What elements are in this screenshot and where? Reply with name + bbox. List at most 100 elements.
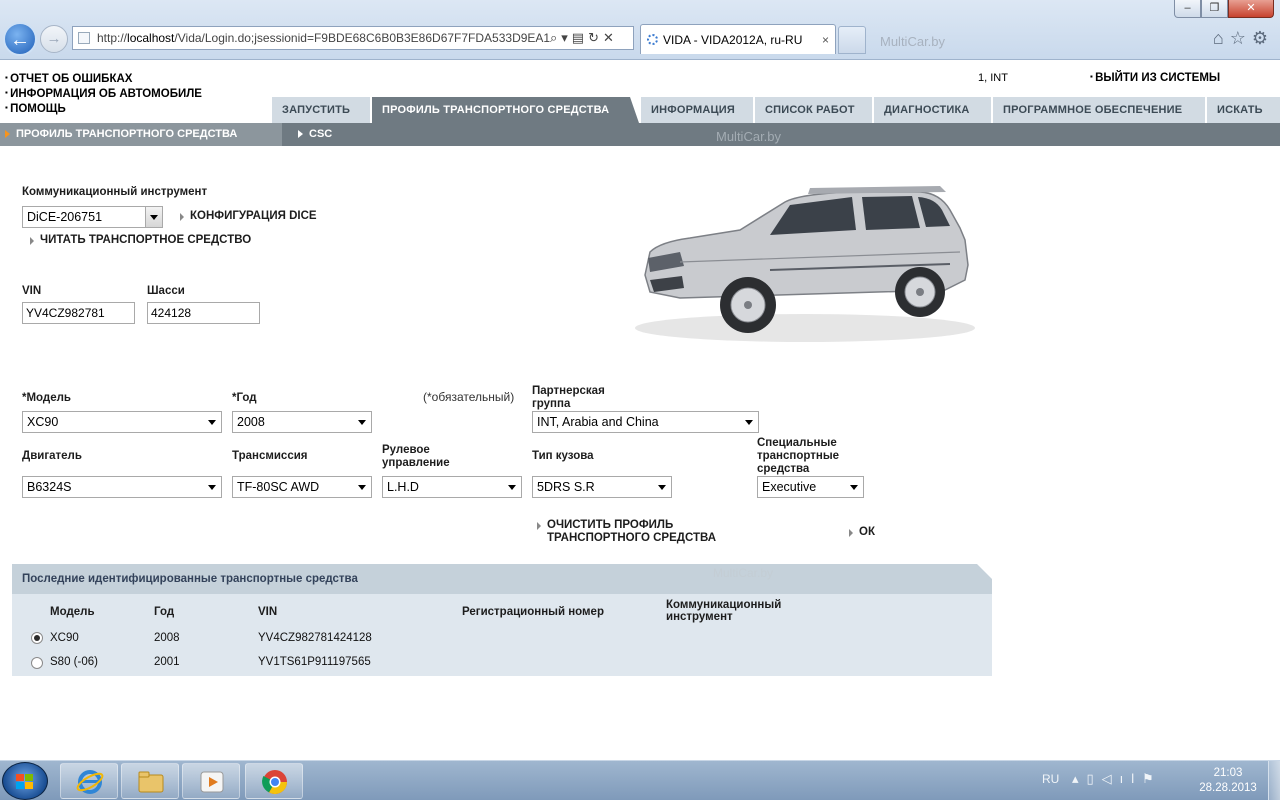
column-header-year: Год [154, 606, 175, 618]
year-value: 2008 [237, 415, 265, 429]
back-button[interactable]: ← [3, 22, 37, 56]
start-button[interactable] [2, 762, 48, 800]
row-year: 2008 [154, 632, 180, 644]
required-note: (*обязательный) [423, 390, 515, 404]
vin-input[interactable]: YV4CZ982781 [22, 302, 135, 324]
column-header-registration: Регистрационный номер [462, 606, 604, 618]
year-label: *Год [232, 392, 257, 404]
row-vin: YV1TS61P911197565 [258, 656, 371, 668]
steering-select[interactable]: L.H.D [382, 476, 522, 498]
error-report-link[interactable]: ОТЧЕТ ОБ ОШИБКАХ [5, 71, 202, 86]
dice-config-link[interactable]: КОНФИГУРАЦИЯ DICE [180, 210, 317, 223]
model-select[interactable]: XC90 [22, 411, 222, 433]
logout-link[interactable]: ВЫЙТИ ИЗ СИСТЕМЫ [1090, 72, 1220, 84]
subtab-csc[interactable]: CSC [298, 123, 332, 146]
tab-information[interactable]: ИНФОРМАЦИЯ [639, 97, 753, 123]
new-tab-button[interactable] [838, 26, 866, 54]
chevron-down-icon [508, 485, 516, 490]
model-label: *Модель [22, 392, 71, 404]
window-controls: – ❐ ✕ [1174, 0, 1274, 18]
tab-software[interactable]: ПРОГРАММНОЕ ОБЕСПЕЧЕНИЕ [991, 97, 1205, 123]
chevron-down-icon [658, 485, 666, 490]
ok-button[interactable]: ОК [849, 526, 875, 539]
tab-close-icon[interactable]: × [822, 25, 829, 55]
user-info: 1, INT [978, 72, 1008, 84]
model-value: XC90 [27, 415, 59, 429]
browser-chrome: – ❐ ✕ ← → http://localhost/Vida/Login.do… [0, 0, 1280, 60]
partner-group-value: INT, Arabia and China [537, 415, 659, 429]
clock[interactable]: 21:03 28.28.2013 [1192, 766, 1264, 796]
vehicle-image [635, 186, 975, 342]
clock-date: 28.28.2013 [1199, 782, 1257, 794]
body-type-value: 5DRS S.R [537, 480, 595, 494]
special-vehicles-value: Executive [762, 480, 817, 494]
chevron-down-icon [850, 485, 858, 490]
engine-select[interactable]: B6324S [22, 476, 222, 498]
chevron-down-icon[interactable] [145, 207, 162, 227]
address-bar-buttons[interactable]: ⌕▾▤↻✕ [550, 26, 618, 50]
taskbar-media-player[interactable] [182, 763, 240, 799]
folder-icon [138, 771, 164, 793]
chassis-input[interactable]: 424128 [147, 302, 260, 324]
year-select[interactable]: 2008 [232, 411, 372, 433]
vin-label: VIN [22, 285, 42, 297]
recent-vehicles-panel: Последние идентифицированные транспортны… [12, 564, 992, 676]
transmission-select[interactable]: TF-80SC AWD [232, 476, 372, 498]
close-window-button[interactable]: ✕ [1228, 0, 1274, 18]
watermark: MultiCar.by [713, 566, 774, 580]
internet-explorer-icon [76, 770, 104, 794]
url-path: /Vida/Login.do;jsessionid=F9BDE68C6B0B3E… [174, 31, 551, 45]
tab-title: VIDA - VIDA2012A, ru-RU [663, 33, 803, 47]
chevron-down-icon [358, 485, 366, 490]
engine-label: Двигатель [22, 450, 82, 462]
tab-diagnostics[interactable]: ДИАГНОСТИКА [872, 97, 991, 123]
chevron-down-icon [358, 420, 366, 425]
comm-tool-label: Коммуникационный инструмент [22, 186, 208, 198]
subtab-vehicle-profile[interactable]: ПРОФИЛЬ ТРАНСПОРТНОГО СРЕДСТВА [0, 123, 282, 146]
chrome-icon [262, 770, 287, 795]
language-indicator[interactable]: RU [1042, 772, 1059, 786]
clear-profile-link[interactable]: ОЧИСТИТЬ ПРОФИЛЬ ТРАНСПОРТНОГО СРЕДСТВА [537, 519, 737, 545]
chassis-label: Шасси [147, 285, 185, 297]
windows-logo-icon [16, 774, 33, 789]
body-type-select[interactable]: 5DRS S.R [532, 476, 672, 498]
tab-search[interactable]: ИСКАТЬ [1205, 97, 1280, 123]
chevron-down-icon [745, 420, 753, 425]
taskbar-explorer[interactable] [121, 763, 179, 799]
engine-value: B6324S [27, 480, 72, 494]
show-desktop-button[interactable] [1268, 761, 1280, 800]
steering-label: Рулевое управление [382, 444, 450, 469]
row-year: 2001 [154, 656, 180, 668]
tray-icons[interactable]: ▴▯◁ıl⚑ [1072, 771, 1162, 787]
browser-tab[interactable]: VIDA - VIDA2012A, ru-RU × [640, 24, 836, 54]
special-vehicles-select[interactable]: Executive [757, 476, 864, 498]
minimize-button[interactable]: – [1174, 0, 1201, 18]
sub-nav: ПРОФИЛЬ ТРАНСПОРТНОГО СРЕДСТВА CSC Multi… [0, 123, 1280, 146]
transmission-value: TF-80SC AWD [237, 480, 320, 494]
chevron-down-icon [208, 485, 216, 490]
special-vehicles-label: Специальные транспортные средства [757, 437, 840, 475]
media-player-icon [200, 771, 224, 793]
tab-work-list[interactable]: СПИСОК РАБОТ [753, 97, 872, 123]
row-radio[interactable] [31, 657, 43, 669]
loading-icon [647, 34, 658, 45]
clock-time: 21:03 [1213, 767, 1243, 779]
toolbar-icons[interactable]: ⌂☆⚙ [1213, 28, 1274, 49]
read-vehicle-link[interactable]: ЧИТАТЬ ТРАНСПОРТНОЕ СРЕДСТВО [30, 234, 251, 247]
tab-vehicle-profile[interactable]: ПРОФИЛЬ ТРАНСПОРТНОГО СРЕДСТВА [370, 97, 639, 123]
taskbar-ie[interactable] [60, 763, 118, 799]
forward-button[interactable]: → [40, 25, 68, 53]
chevron-down-icon [208, 420, 216, 425]
tab-start[interactable]: ЗАПУСТИТЬ [270, 97, 370, 123]
comm-tool-value: DiCE-206751 [27, 210, 103, 224]
row-model: XC90 [50, 632, 79, 644]
row-radio[interactable] [31, 632, 43, 644]
comm-tool-select[interactable]: DiCE-206751 [22, 206, 163, 228]
watermark: MultiCar.by [880, 34, 946, 49]
body-type-label: Тип кузова [532, 450, 594, 462]
column-header-vin: VIN [258, 606, 278, 618]
partner-group-select[interactable]: INT, Arabia and China [532, 411, 759, 433]
transmission-label: Трансмиссия [232, 450, 308, 462]
maximize-button[interactable]: ❐ [1201, 0, 1228, 18]
taskbar-chrome[interactable] [245, 763, 303, 799]
